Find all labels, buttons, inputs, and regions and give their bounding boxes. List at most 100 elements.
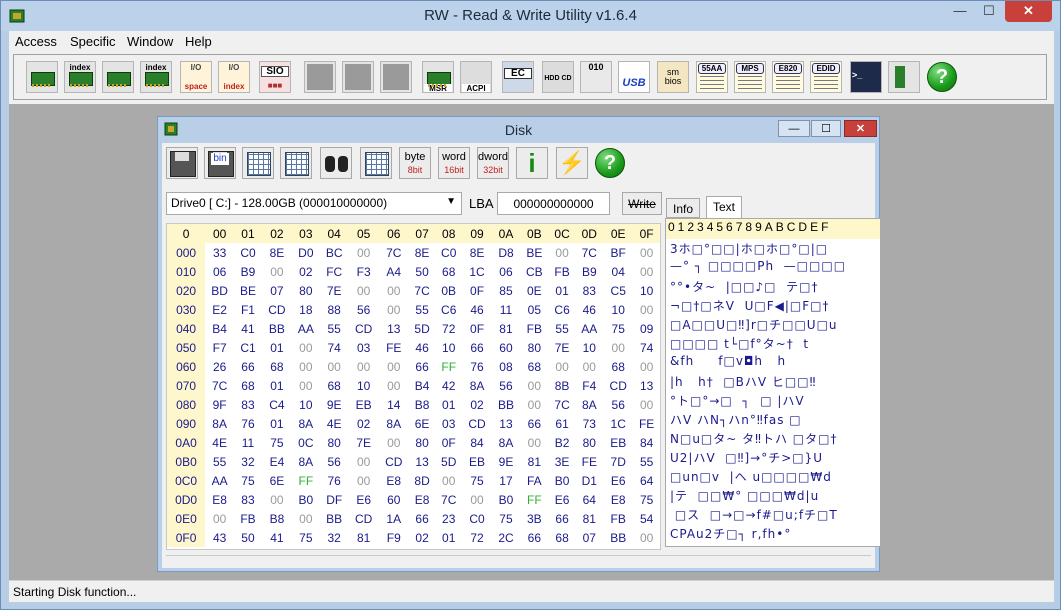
hex-byte-cell[interactable]: 17: [492, 471, 520, 490]
hex-byte-cell[interactable]: 66: [520, 414, 549, 433]
hex-byte-cell[interactable]: 01: [262, 414, 292, 433]
hex-byte-cell[interactable]: FB: [520, 319, 549, 338]
hex-byte-cell[interactable]: 50: [409, 262, 436, 281]
hex-byte-cell[interactable]: 0F: [462, 281, 492, 300]
hex-byte-cell[interactable]: 00: [292, 376, 320, 395]
hex-byte-cell[interactable]: 00: [292, 338, 320, 357]
hex-byte-cell[interactable]: 03: [435, 414, 462, 433]
load-file-button[interactable]: [280, 147, 312, 179]
hex-byte-cell[interactable]: CD: [603, 376, 633, 395]
hex-byte-cell[interactable]: 74: [320, 338, 349, 357]
menu-specific[interactable]: Specific: [70, 34, 116, 49]
hex-byte-cell[interactable]: 06: [205, 262, 234, 281]
hex-byte-cell[interactable]: 11: [234, 433, 262, 452]
hex-byte-cell[interactable]: 04: [603, 262, 633, 281]
hex-byte-cell[interactable]: 05: [520, 300, 549, 319]
hex-byte-cell[interactable]: 10: [292, 395, 320, 414]
hex-byte-cell[interactable]: B8: [409, 395, 436, 414]
refresh-icon[interactable]: ⚡: [556, 147, 588, 179]
disk-close-button[interactable]: ✕: [844, 120, 877, 137]
hex-byte-cell[interactable]: 10: [349, 376, 379, 395]
hex-byte-cell[interactable]: 00: [633, 357, 660, 376]
hex-byte-cell[interactable]: 02: [349, 414, 379, 433]
hex-byte-cell[interactable]: 68: [262, 357, 292, 376]
hex-byte-cell[interactable]: 01: [549, 281, 576, 300]
hex-byte-cell[interactable]: 7C: [575, 243, 603, 262]
hex-byte-cell[interactable]: 00: [262, 490, 292, 509]
hex-byte-cell[interactable]: 8B: [549, 376, 576, 395]
hex-byte-cell[interactable]: 42: [435, 376, 462, 395]
hex-byte-cell[interactable]: BD: [205, 281, 234, 300]
hex-byte-cell[interactable]: AA: [575, 319, 603, 338]
hex-byte-cell[interactable]: BE: [234, 281, 262, 300]
hex-byte-cell[interactable]: 10: [575, 338, 603, 357]
hex-byte-cell[interactable]: 75: [262, 433, 292, 452]
hex-byte-cell[interactable]: 55: [409, 300, 436, 319]
hex-byte-cell[interactable]: 00: [292, 357, 320, 376]
disk-title-bar[interactable]: Disk — ☐ ✕: [158, 117, 879, 141]
hex-byte-cell[interactable]: 00: [262, 262, 292, 281]
hex-byte-cell[interactable]: 02: [462, 395, 492, 414]
hex-byte-cell[interactable]: B0: [549, 471, 576, 490]
hex-byte-cell[interactable]: 46: [575, 300, 603, 319]
hex-byte-cell[interactable]: 61: [549, 414, 576, 433]
hex-byte-cell[interactable]: 76: [234, 414, 262, 433]
hex-byte-cell[interactable]: 00: [379, 357, 409, 376]
hex-byte-cell[interactable]: 9E: [320, 395, 349, 414]
hex-byte-cell[interactable]: 00: [349, 281, 379, 300]
hex-byte-cell[interactable]: F1: [234, 300, 262, 319]
hex-byte-cell[interactable]: 00: [549, 357, 576, 376]
hex-byte-cell[interactable]: C4: [262, 395, 292, 414]
hex-byte-cell[interactable]: 7C: [409, 281, 436, 300]
hex-byte-cell[interactable]: 00: [520, 433, 549, 452]
hex-byte-cell[interactable]: 8E: [262, 243, 292, 262]
hex-byte-cell[interactable]: 64: [575, 490, 603, 509]
hex-byte-cell[interactable]: 84: [462, 433, 492, 452]
hex-byte-cell[interactable]: 66: [549, 509, 576, 528]
hex-byte-cell[interactable]: 8A: [379, 414, 409, 433]
hex-grid[interactable]: 0 00 01 02 03 04 05 06 07 08 09 0A 0B 0C 0D 0E 0F 000 33 C0…: [166, 223, 661, 550]
hex-byte-cell[interactable]: 6E: [262, 471, 292, 490]
hex-byte-cell[interactable]: 88: [320, 300, 349, 319]
hex-byte-cell[interactable]: E6: [549, 490, 576, 509]
hex-byte-cell[interactable]: EB: [603, 433, 633, 452]
hex-byte-cell[interactable]: 76: [320, 471, 349, 490]
e820-button[interactable]: E820: [772, 61, 804, 93]
hex-byte-cell[interactable]: FB: [234, 509, 262, 528]
hex-byte-cell[interactable]: 00: [292, 509, 320, 528]
hex-byte-cell[interactable]: 68: [520, 357, 549, 376]
hex-byte-cell[interactable]: 18: [292, 300, 320, 319]
hex-byte-cell[interactable]: 72: [435, 319, 462, 338]
hex-byte-cell[interactable]: 3B: [520, 509, 549, 528]
hex-byte-cell[interactable]: 02: [409, 528, 436, 547]
hex-byte-cell[interactable]: 00: [379, 376, 409, 395]
hex-byte-cell[interactable]: 68: [320, 376, 349, 395]
hex-byte-cell[interactable]: 0F: [462, 319, 492, 338]
hex-byte-cell[interactable]: B4: [409, 376, 436, 395]
hex-byte-cell[interactable]: 0E: [520, 281, 549, 300]
hex-byte-cell[interactable]: 02: [292, 262, 320, 281]
hex-byte-cell[interactable]: AA: [292, 319, 320, 338]
hex-byte-cell[interactable]: 00: [603, 338, 633, 357]
hex-byte-cell[interactable]: E8: [205, 490, 234, 509]
hex-byte-cell[interactable]: 54: [633, 509, 660, 528]
hex-byte-cell[interactable]: 75: [633, 490, 660, 509]
hex-byte-cell[interactable]: CD: [262, 300, 292, 319]
hex-byte-cell[interactable]: 1A: [379, 509, 409, 528]
memory-stick-button[interactable]: [888, 61, 920, 93]
hex-byte-cell[interactable]: BB: [262, 319, 292, 338]
hex-byte-cell[interactable]: 8A: [492, 433, 520, 452]
hex-byte-cell[interactable]: D1: [575, 471, 603, 490]
title-bar[interactable]: RW - Read & Write Utility v1.6.4 — ☐ ✕: [1, 1, 1060, 31]
hex-byte-cell[interactable]: BC: [320, 243, 349, 262]
hex-byte-cell[interactable]: 00: [549, 243, 576, 262]
hex-byte-cell[interactable]: FC: [320, 262, 349, 281]
hex-byte-cell[interactable]: 83: [575, 281, 603, 300]
hex-byte-cell[interactable]: F7: [205, 338, 234, 357]
hex-byte-cell[interactable]: 00: [633, 528, 660, 547]
hex-byte-cell[interactable]: 01: [435, 528, 462, 547]
hex-byte-cell[interactable]: C1: [234, 338, 262, 357]
hex-byte-cell[interactable]: 7E: [349, 433, 379, 452]
hex-byte-cell[interactable]: 83: [234, 395, 262, 414]
hex-byte-cell[interactable]: 50: [234, 528, 262, 547]
